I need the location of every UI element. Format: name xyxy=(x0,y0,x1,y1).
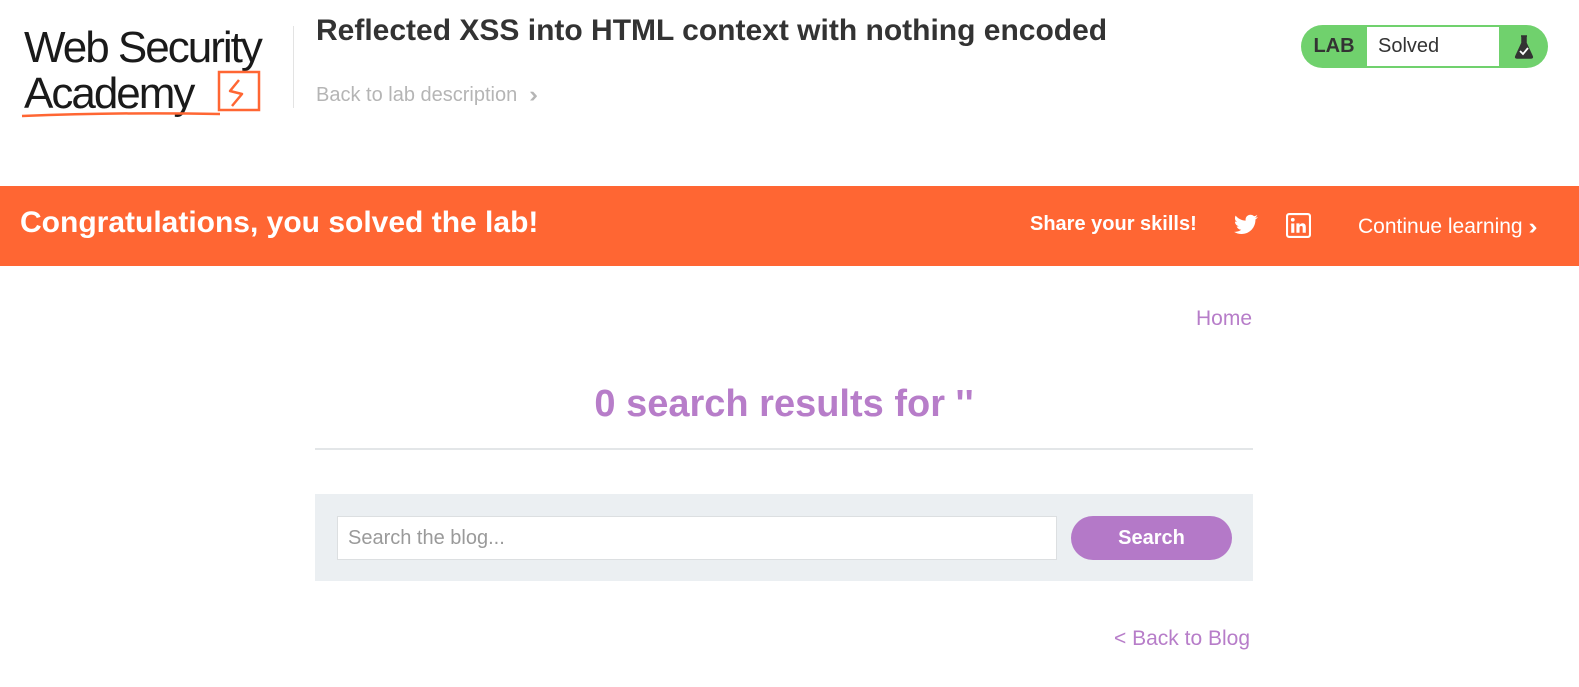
lab-header: Web Security Academy Reflected XSS into … xyxy=(0,0,1579,186)
heading-divider xyxy=(315,448,1253,450)
web-security-academy-logo[interactable]: Web Security Academy xyxy=(20,22,292,120)
header-divider xyxy=(293,26,294,108)
continue-learning-label: Continue learning xyxy=(1358,215,1523,238)
search-form: Search xyxy=(315,494,1253,581)
flask-icon xyxy=(1499,25,1548,68)
twitter-icon[interactable] xyxy=(1232,212,1260,238)
congratulations-message: Congratulations, you solved the lab! xyxy=(20,206,539,239)
home-link[interactable]: Home xyxy=(1196,307,1252,331)
search-input[interactable] xyxy=(337,516,1057,560)
lab-status-text: Solved xyxy=(1367,27,1499,66)
lab-badge: LAB xyxy=(1313,35,1355,57)
solved-banner: Congratulations, you solved the lab! Sha… xyxy=(0,186,1579,266)
double-chevron-right-icon: ›​› xyxy=(529,82,537,107)
lab-title: Reflected XSS into HTML context with not… xyxy=(316,14,1108,47)
double-chevron-right-icon: ›​› xyxy=(1528,214,1537,239)
continue-learning-link[interactable]: Continue learning ›​› xyxy=(1358,214,1537,240)
search-results-heading: 0 search results for '' xyxy=(594,383,974,425)
back-to-lab-description-link[interactable]: Back to lab description ›​› xyxy=(316,82,537,108)
svg-text:Academy: Academy xyxy=(24,69,195,118)
back-to-lab-description-label: Back to lab description xyxy=(316,83,518,106)
share-skills-label: Share your skills! xyxy=(1030,213,1197,235)
svg-text:Web Security: Web Security xyxy=(24,23,263,72)
search-button[interactable]: Search xyxy=(1071,516,1232,560)
back-to-blog-link[interactable]: < Back to Blog xyxy=(1114,627,1250,651)
linkedin-icon[interactable] xyxy=(1286,213,1311,238)
lab-status-widget: LAB Solved xyxy=(1301,25,1548,68)
